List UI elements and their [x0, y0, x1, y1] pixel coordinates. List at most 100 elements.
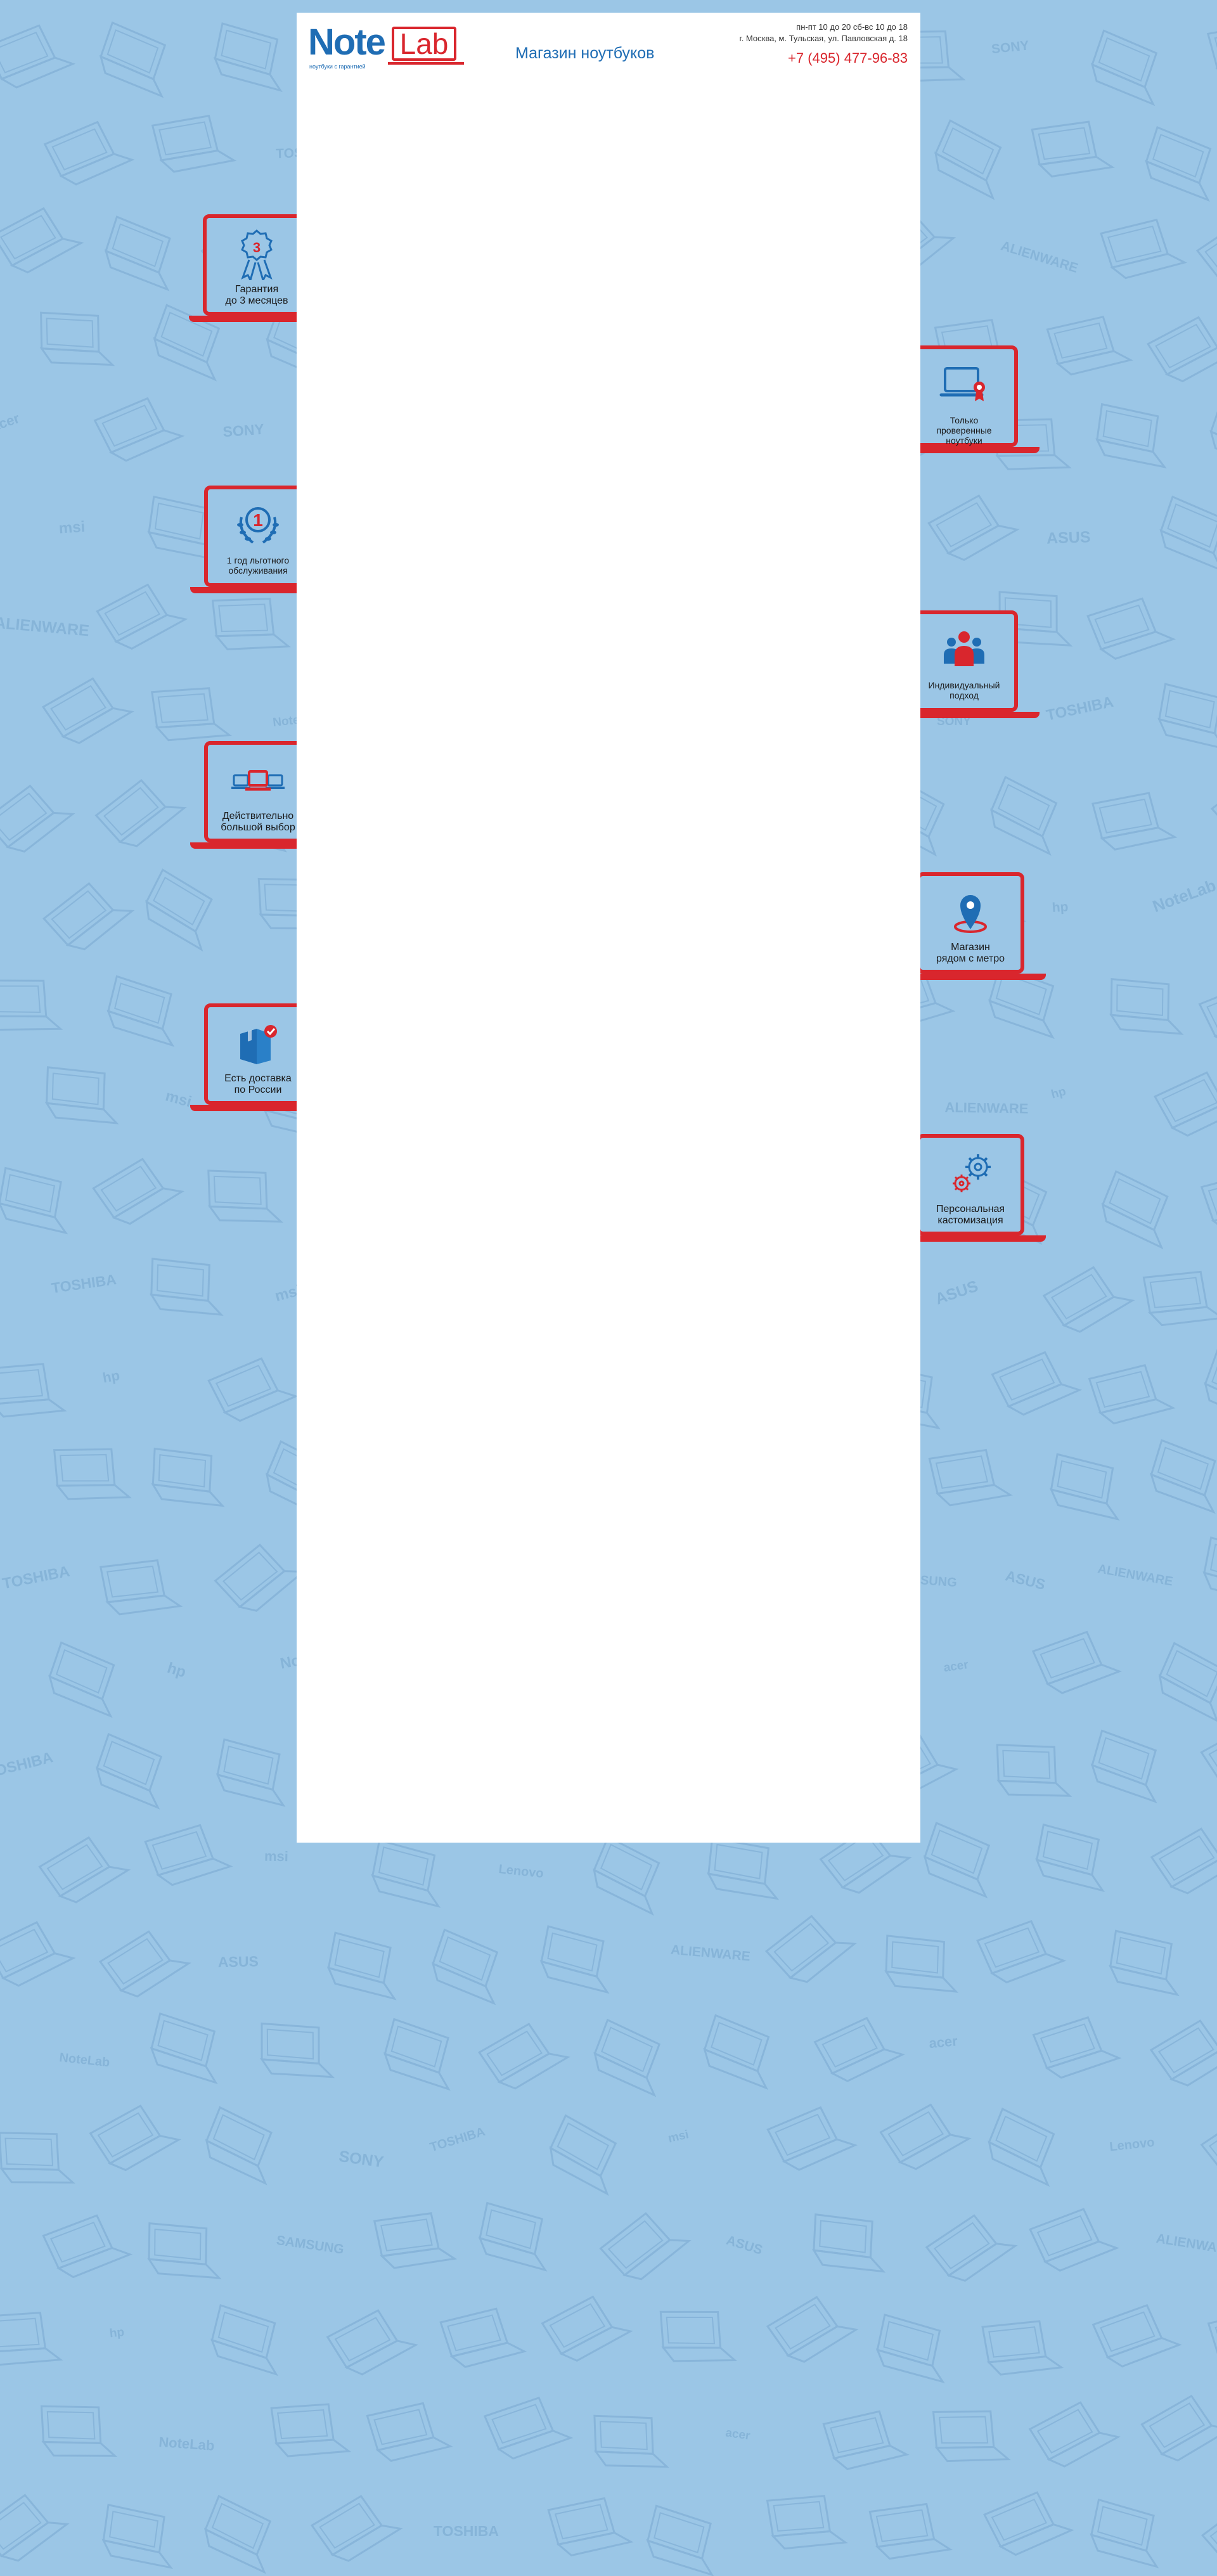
pattern-laptop-outline [96, 583, 188, 650]
phone-number[interactable]: +7 (495) 477-96-83 [740, 50, 908, 67]
feature-label: Есть доставка по России [224, 1073, 292, 1095]
pattern-laptop-outline [1200, 1723, 1217, 1784]
pattern-laptop-outline [0, 2312, 63, 2366]
pattern-laptop-outline [151, 687, 232, 742]
pattern-laptop-outline [0, 24, 76, 89]
feature-laptop-base [910, 974, 1046, 980]
pattern-laptop-outline [1091, 2304, 1182, 2368]
people-icon [937, 623, 991, 676]
pattern-brand-word: TOSHIBA [1045, 693, 1115, 724]
main-content-panel: Note Lab ноутбуки с гарантией Магазин но… [297, 13, 920, 1843]
pattern-laptop-outline [43, 120, 135, 186]
pattern-laptop-outline [659, 2310, 738, 2362]
pattern-laptop-outline [925, 2214, 1018, 2282]
pattern-laptop-outline [1090, 2498, 1159, 2568]
pattern-laptop-outline [310, 2495, 403, 2562]
pattern-brand-word: acer [928, 2033, 958, 2051]
pattern-laptop-outline [812, 2213, 886, 2273]
pattern-brand-word: ALIENWARE [1097, 1562, 1174, 1589]
pattern-brand-word: TOSHIBA [0, 1749, 55, 1782]
laurel-1-icon: 1 [231, 498, 285, 551]
pattern-laptop-outline [707, 1837, 780, 1900]
pattern-brand-word: acer [724, 2426, 751, 2443]
pattern-laptop-outline [101, 2503, 174, 2569]
pattern-laptop-outline [884, 1935, 958, 1993]
pattern-laptop-outline [0, 784, 75, 853]
map-pin-icon [944, 885, 997, 938]
pattern-laptop-outline [1145, 126, 1212, 202]
pattern-laptop-outline [144, 1824, 233, 1886]
pattern-laptop-outline [99, 21, 167, 98]
pattern-laptop-outline [593, 2018, 661, 2097]
pattern-laptop-outline [213, 22, 283, 93]
pattern-laptop-outline [1198, 981, 1217, 1046]
pattern-laptop-outline [1150, 1439, 1216, 1514]
pattern-laptop-outline [0, 979, 63, 1031]
pattern-laptop-outline [0, 2132, 75, 2184]
logo-lab-box: Lab [392, 27, 456, 61]
feature-laptop-screen: Магазин рядом с метро [917, 872, 1024, 974]
pattern-laptop-outline [766, 2106, 858, 2171]
pattern-laptop-outline [106, 975, 175, 1047]
pattern-laptop-outline [1046, 316, 1133, 376]
pattern-laptop-outline [1042, 1266, 1135, 1333]
pattern-brand-word: SONY [338, 2148, 385, 2172]
notelab-logo[interactable]: Note Lab ноутбуки с гарантией [308, 22, 464, 70]
pattern-laptop-outline [875, 2314, 945, 2384]
feature-laptop-base [904, 447, 1040, 453]
pattern-laptop-outline [1200, 2111, 1217, 2175]
pattern-laptop-outline [923, 1822, 991, 1898]
pattern-laptop-outline [1086, 597, 1176, 660]
pattern-laptop-outline [1195, 217, 1217, 280]
feature-laptop-base [904, 712, 1040, 718]
feature-label: Индивидуальный подход [928, 680, 1000, 700]
opening-hours: пн-пт 10 до 20 сб-вс 10 до 18 [796, 22, 908, 32]
pattern-laptop-outline [1210, 772, 1217, 837]
svg-text:3: 3 [253, 240, 261, 255]
pattern-laptop-outline [1213, 597, 1217, 665]
pattern-laptop-outline [981, 2320, 1064, 2376]
pattern-laptop-outline [988, 2108, 1055, 2187]
pattern-laptop-outline [1031, 1630, 1123, 1694]
pattern-brand-word: ALIENWARE [670, 1943, 751, 1964]
store-address: г. Москва, м. Тульская, ул. Павловская д… [739, 34, 908, 43]
pattern-laptop-outline [1201, 2499, 1217, 2564]
pattern-laptop-outline [0, 2494, 70, 2562]
pattern-laptop-outline [207, 1357, 299, 1422]
pattern-laptop-outline [983, 2491, 1074, 2556]
pattern-laptop-outline [549, 2114, 617, 2196]
pattern-laptop-outline [1158, 1642, 1217, 1723]
pattern-laptop-outline [1032, 2016, 1122, 2079]
pattern-laptop-outline [1109, 1929, 1180, 1997]
pattern-laptop-outline [0, 1363, 67, 1418]
gears-icon [944, 1147, 997, 1200]
feature-label: Гарантия до 3 месяцев [225, 284, 288, 306]
pattern-laptop-outline [927, 494, 1020, 562]
pattern-brand-word: SAMSUNG [276, 2233, 345, 2257]
pattern-laptop-outline [207, 1169, 283, 1223]
pattern-laptop-outline [1100, 218, 1188, 280]
pattern-laptop-outline [766, 2295, 859, 2363]
pattern-laptop-outline [539, 1925, 610, 1994]
pattern-brand-word: ASUS [724, 2233, 764, 2258]
pattern-laptop-outline [44, 1066, 119, 1124]
pattern-laptop-outline [0, 1921, 76, 1987]
pattern-laptop-outline [260, 2022, 335, 2078]
pattern-brand-word: Lenovo [498, 1862, 544, 1881]
pattern-laptop-outline [813, 2016, 906, 2082]
pattern-laptop-outline [478, 2023, 570, 2090]
pattern-laptop-outline [38, 1836, 131, 1903]
feature-laptop-screen: Только проверенные ноутбуки [910, 345, 1018, 447]
feature-near-metro: Магазин рядом с метро [910, 872, 1046, 985]
pattern-laptop-outline [1090, 29, 1158, 106]
feature-laptop-screen: 3 Гарантия до 3 месяцев [203, 214, 311, 316]
pattern-brand-word: TOSHIBA [428, 2125, 487, 2154]
pattern-laptop-outline [1150, 1827, 1217, 1895]
pattern-brand-word: ALIENWARE [1155, 2231, 1217, 2258]
pattern-laptop-outline [593, 2414, 670, 2468]
pattern-brand-word: ASUS [1046, 528, 1091, 547]
logo-lab-text: Lab [399, 27, 449, 60]
pattern-laptop-outline [150, 2012, 218, 2085]
pattern-laptop-outline [151, 115, 237, 173]
pattern-laptop-outline [1095, 402, 1167, 468]
